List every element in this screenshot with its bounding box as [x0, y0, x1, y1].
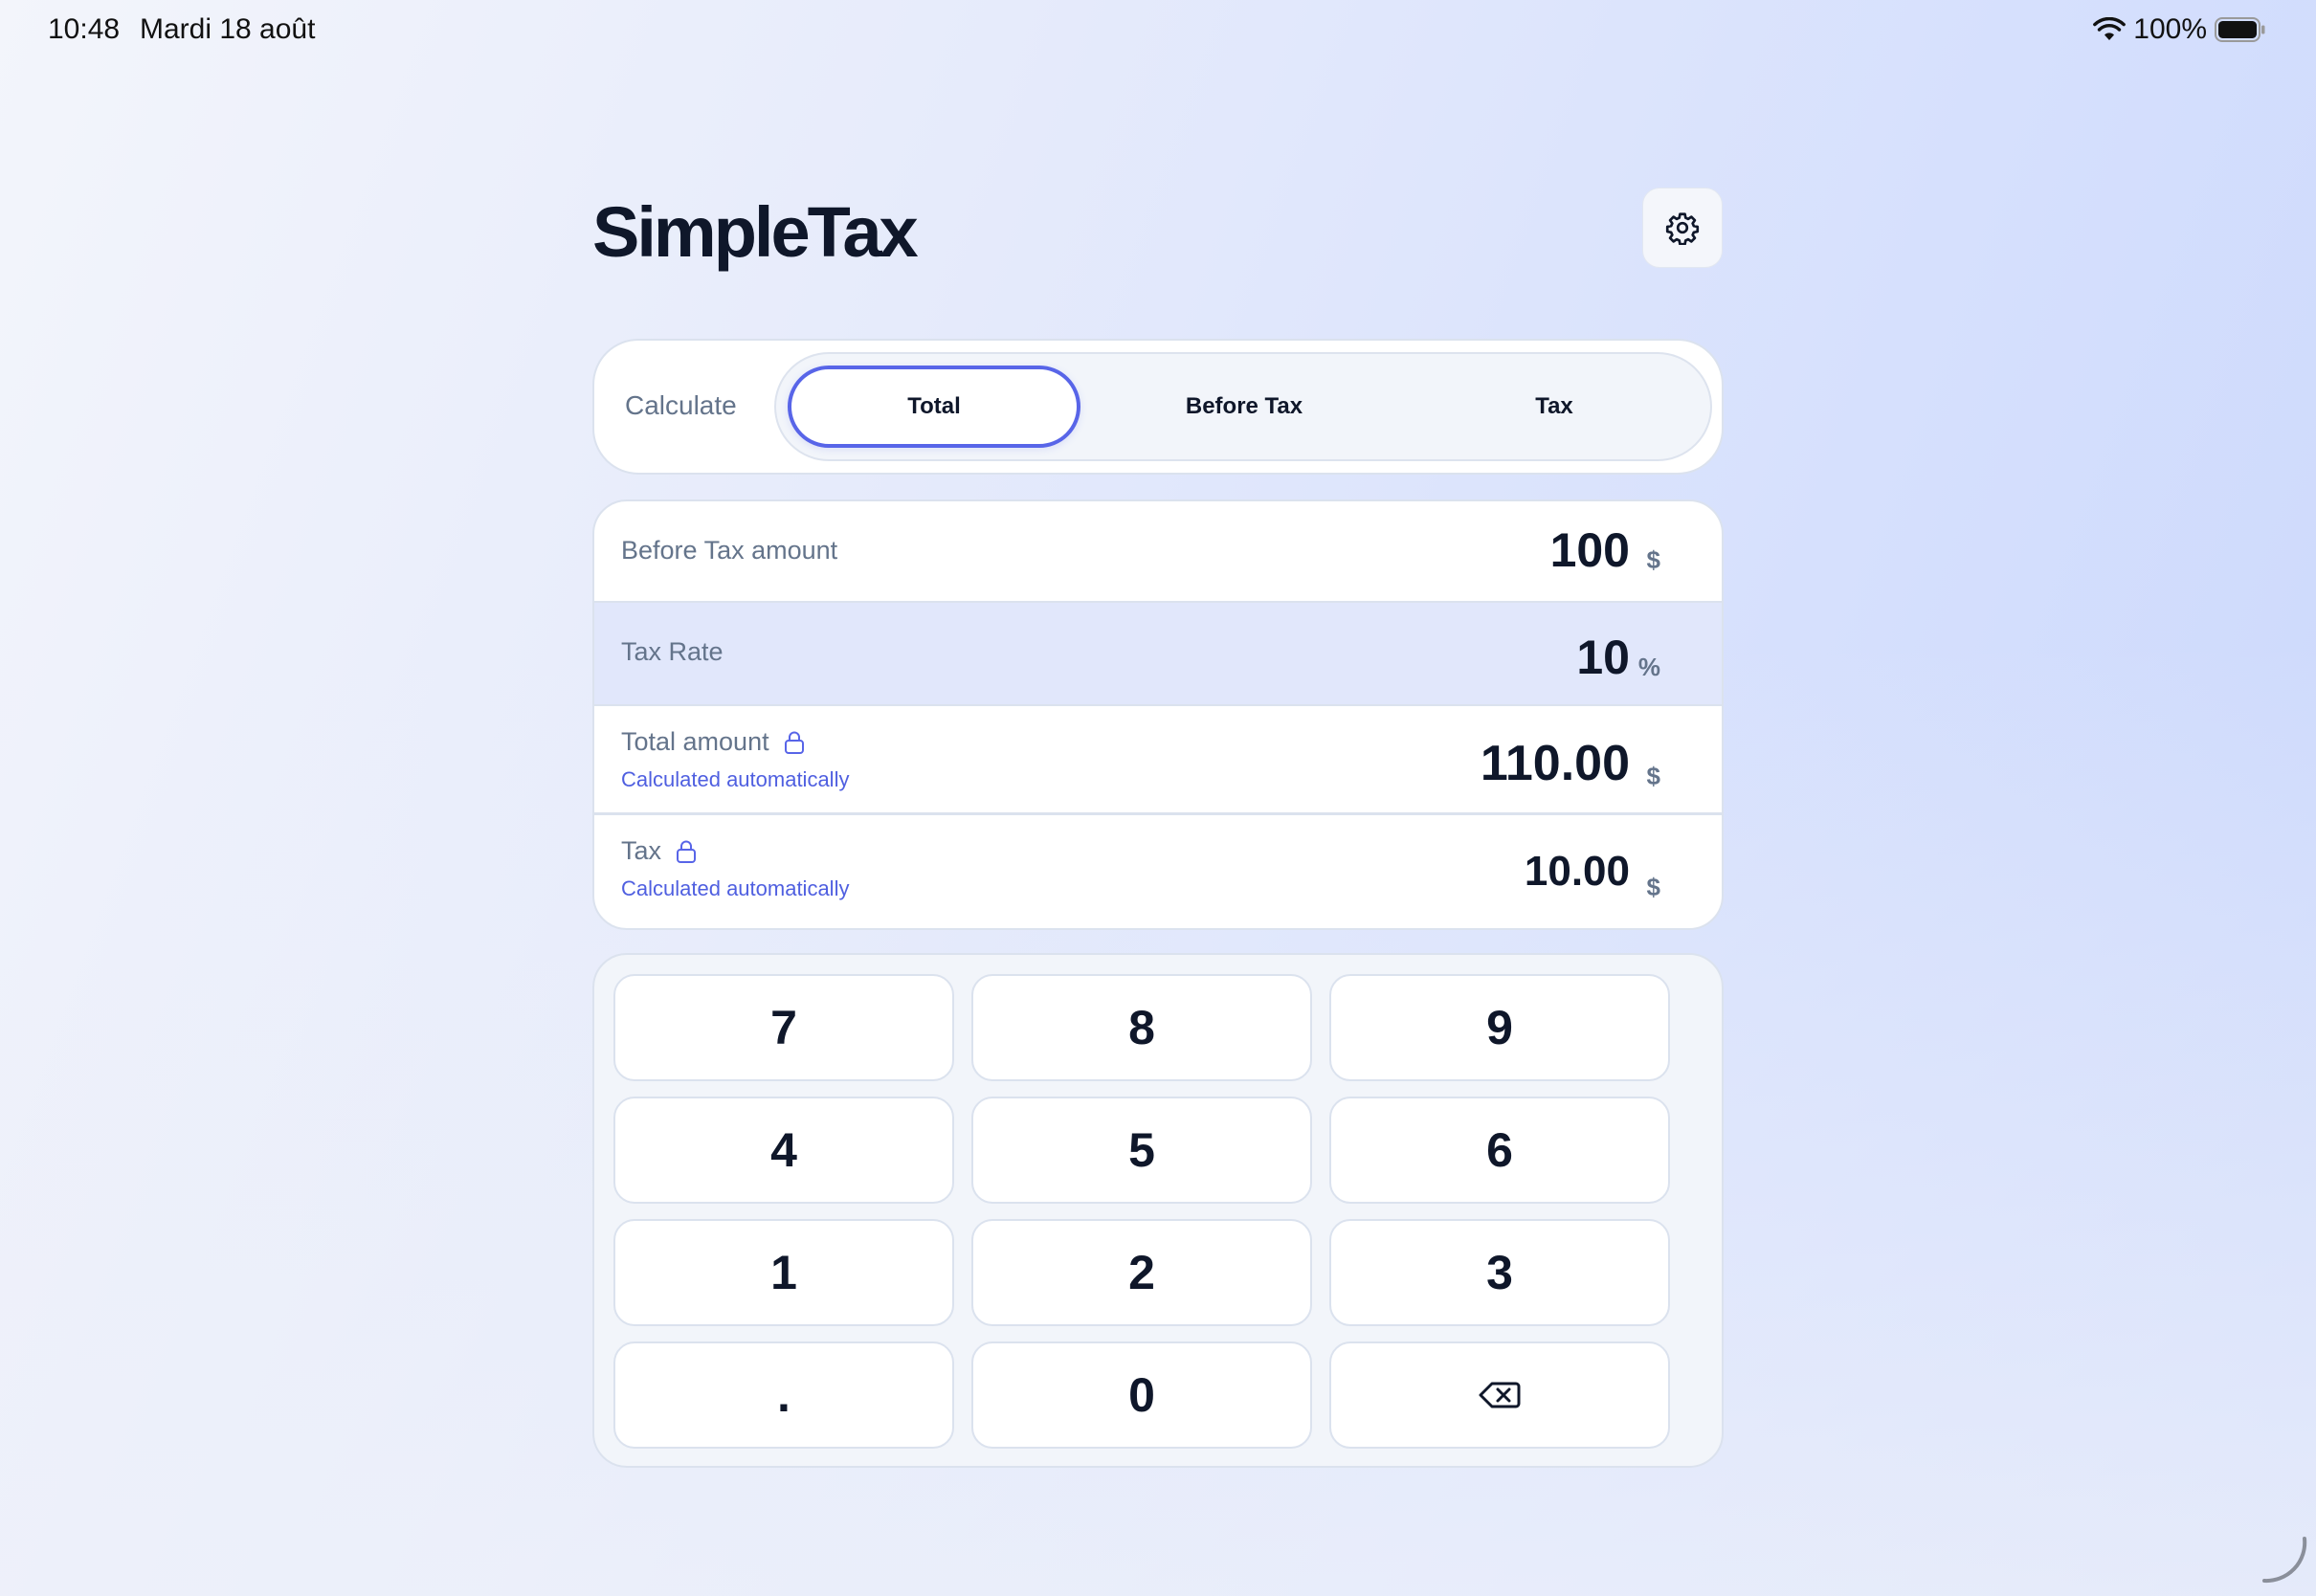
calculate-label: Calculate: [625, 390, 737, 420]
tax-value: 10.00: [1524, 848, 1630, 895]
key-7[interactable]: 7: [613, 974, 954, 1081]
gear-icon: [1665, 212, 1700, 245]
status-time: 10:48: [48, 13, 121, 45]
tax-label-row: Tax: [621, 836, 698, 866]
settings-button[interactable]: [1642, 188, 1723, 268]
page-title: SimpleTax: [592, 192, 919, 272]
tax-label: Tax: [621, 836, 662, 865]
tax-field: Tax Calculated automatically 10.00 $: [594, 815, 1722, 928]
battery-percent: 100%: [2133, 13, 2207, 45]
numeric-keypad: 7 8 9 4 5 6 1 2 3 . 0: [592, 953, 1724, 1468]
battery-icon: [2215, 17, 2265, 42]
key-0[interactable]: 0: [971, 1341, 1312, 1449]
key-6[interactable]: 6: [1329, 1097, 1670, 1204]
status-date: Mardi 18 août: [140, 13, 316, 45]
wifi-icon: [2093, 17, 2127, 40]
mode-tab-total[interactable]: Total: [788, 366, 1080, 448]
key-4[interactable]: 4: [613, 1097, 954, 1204]
total-amount-value: 110.00: [1480, 736, 1630, 791]
backspace-icon: [1479, 1382, 1521, 1408]
status-bar: 10:48 Mardi 18 août 100%: [0, 0, 2316, 61]
fields-card: Before Tax amount 100 $ Tax Rate 10 % To…: [592, 499, 1724, 930]
status-indicators: 100%: [2093, 13, 2266, 46]
before-tax-label: Before Tax amount: [621, 536, 838, 565]
total-amount-subtitle: Calculated automatically: [621, 767, 850, 791]
home-indicator-arc: [2262, 1537, 2307, 1584]
calculate-mode-card: Calculate Total Before Tax Tax: [592, 339, 1724, 475]
tax-rate-value: 10: [1576, 631, 1630, 684]
mode-tab-before-tax[interactable]: Before Tax: [1098, 366, 1391, 448]
total-amount-label-row: Total amount: [621, 727, 806, 757]
before-tax-unit: $: [1646, 545, 1660, 574]
key-8[interactable]: 8: [971, 974, 1312, 1081]
total-amount-label: Total amount: [621, 727, 769, 756]
mode-segmented-control: Total Before Tax Tax: [774, 352, 1712, 461]
key-2[interactable]: 2: [971, 1219, 1312, 1326]
before-tax-field[interactable]: Before Tax amount 100 $: [594, 501, 1722, 603]
lock-icon: [784, 731, 804, 754]
tax-subtitle: Calculated automatically: [621, 876, 850, 900]
key-5[interactable]: 5: [971, 1097, 1312, 1204]
total-amount-field: Total amount Calculated automatically 11…: [594, 706, 1722, 815]
tax-rate-label: Tax Rate: [621, 637, 724, 666]
key-9[interactable]: 9: [1329, 974, 1670, 1081]
mode-tab-tax[interactable]: Tax: [1408, 366, 1701, 448]
total-amount-unit: $: [1646, 762, 1660, 790]
lock-icon: [677, 840, 697, 863]
key-decimal[interactable]: .: [613, 1341, 954, 1449]
key-3[interactable]: 3: [1329, 1219, 1670, 1326]
key-1[interactable]: 1: [613, 1219, 954, 1326]
tax-rate-unit: %: [1637, 653, 1660, 681]
tax-rate-field[interactable]: Tax Rate 10 %: [594, 603, 1722, 706]
before-tax-value: 100: [1549, 523, 1630, 577]
tax-unit: $: [1646, 873, 1660, 901]
backspace-key[interactable]: [1329, 1341, 1670, 1449]
